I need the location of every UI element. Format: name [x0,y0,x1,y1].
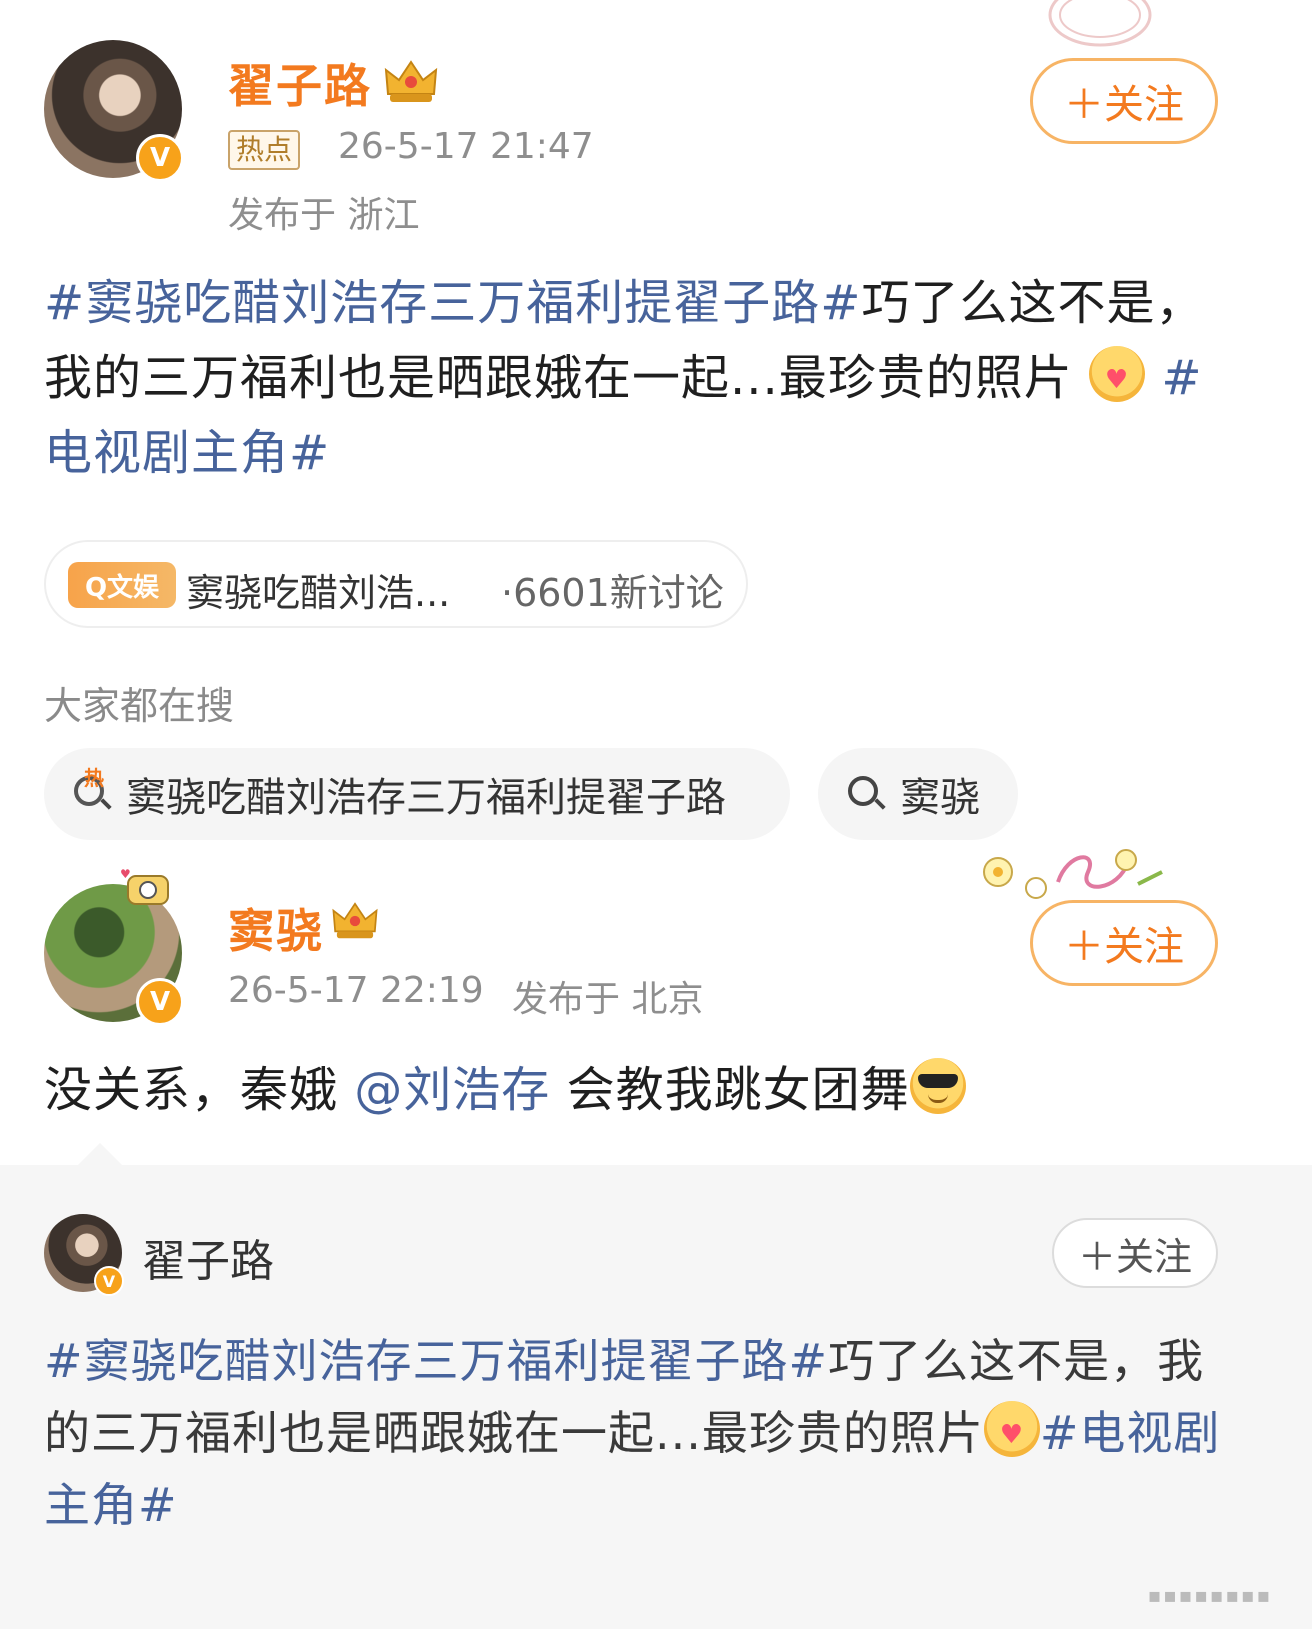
hot-search-label: 窦骁吃醋刘浩存三万福利提翟子路 [126,775,726,821]
repost-notch [78,1143,122,1165]
verified-badge-icon: V [136,134,184,182]
hug-emoji-icon: ♥ [1089,346,1146,402]
hot-tag: 热点 [228,130,301,170]
svg-text:♥: ♥ [120,867,131,881]
post-body: 会教我跳女团舞 [566,1062,910,1118]
sunglasses-emoji-icon [909,1058,966,1114]
topic-discussion-count: ·6601新讨论 [501,571,724,615]
flower-decoration-icon [983,849,1163,899]
verified-badge-icon: V [136,978,184,1026]
post-timestamp: 26-5-17 22:19 [228,970,484,1011]
post-location: 发布于 北京 [512,979,704,1020]
post-location: 发布于 浙江 [228,195,420,236]
topic-card[interactable]: Q文娱 窦骁吃醋刘浩... ·6601新讨论 [44,540,748,628]
follow-button[interactable]: ＋关注 [1030,900,1218,986]
topic-link[interactable]: #窦骁吃醋刘浩存三万福利提翟子路# [44,275,861,331]
author-name[interactable]: 窦骁 [228,895,324,961]
search-pill-label: 窦骁 [900,775,980,821]
repost-author-name[interactable]: 翟子路 [142,1225,274,1289]
hug-emoji-icon: ♥ [983,1401,1040,1457]
verified-badge-icon: V [94,1266,124,1296]
search-icon [844,772,888,816]
follow-button[interactable]: ＋关注 [1030,58,1218,144]
follow-button[interactable]: ＋关注 [1052,1218,1218,1288]
watermark-stamp-icon [1048,0,1152,47]
topic-link[interactable]: #窦骁吃醋刘浩存三万福利提翟子路# [44,1334,828,1388]
repost-text: #窦骁吃醋刘浩存三万福利提翟子路#巧了么这不是，我的三万福利也是晒跟娥在一起..… [44,1325,1234,1541]
post-timestamp: 26-5-17 21:47 [338,126,594,167]
watermark-dots: ▪▪▪▪▪▪▪▪ [1147,1583,1272,1607]
author-name[interactable]: 翟子路 [228,50,372,116]
search-pill[interactable]: 窦骁 [818,748,1018,840]
topic-card-title: 窦骁吃醋刘浩... [186,571,451,615]
hot-search-icon: 热 [70,766,114,816]
crown-level-icon [384,60,438,102]
topic-category-badge: Q文娱 [68,562,176,608]
mention-link[interactable]: @刘浩存 [354,1062,550,1118]
search-section-label: 大家都在搜 [44,684,235,728]
crown-level-icon [332,902,378,939]
camera-decoration-icon: ♥ [120,867,169,905]
post-text: 没关系，秦娥 @刘浩存 会教我跳女团舞 [44,1053,1244,1128]
post-body: 没关系，秦娥 [44,1062,339,1118]
hot-search-pill[interactable]: 热 窦骁吃醋刘浩存三万福利提翟子路 [44,748,790,840]
post-text: #窦骁吃醋刘浩存三万福利提翟子路#巧了么这不是，我的三万福利也是晒跟娥在一起..… [44,266,1244,491]
